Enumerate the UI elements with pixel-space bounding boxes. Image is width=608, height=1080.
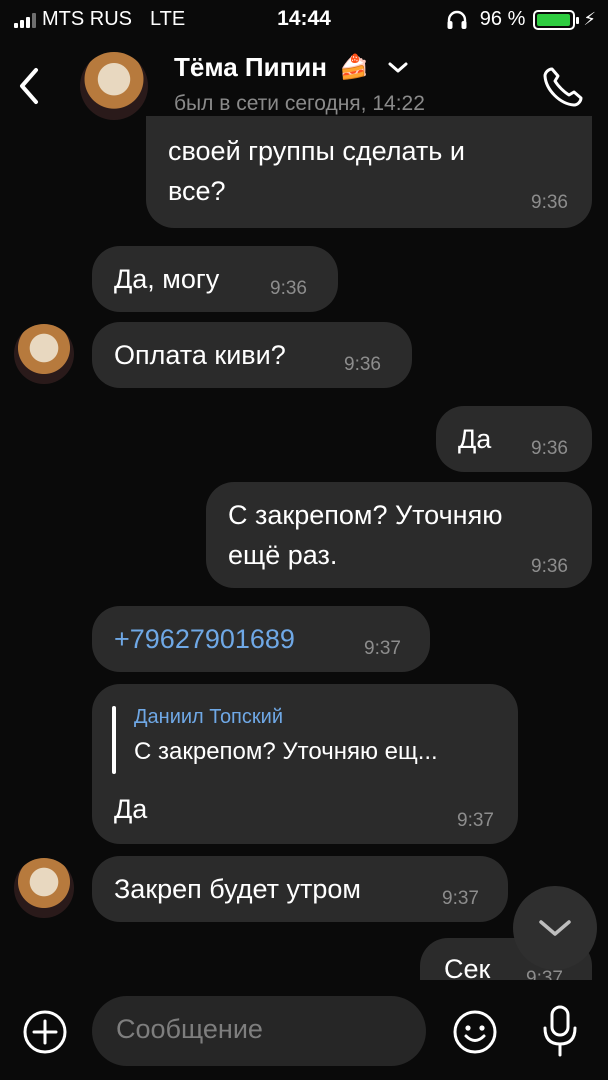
- message-incoming[interactable]: +79627901689 9:37: [92, 606, 430, 672]
- message-text: Да: [458, 424, 492, 454]
- phone-icon[interactable]: [540, 64, 586, 110]
- sender-avatar[interactable]: [14, 324, 74, 384]
- sender-avatar[interactable]: [14, 858, 74, 918]
- emoji-icon[interactable]: [452, 1009, 498, 1055]
- phone-number-link[interactable]: +79627901689: [114, 624, 295, 655]
- mic-icon[interactable]: [540, 1004, 580, 1058]
- composer-bar: Сообщение: [0, 980, 608, 1080]
- message-time: 9:37: [364, 638, 401, 659]
- reply-author[interactable]: Даниил Топский: [134, 706, 283, 729]
- chevron-down-icon: [388, 62, 408, 72]
- message-text: Сек: [444, 954, 491, 980]
- message-text: Оплата киви?: [114, 340, 286, 370]
- message-time: 9:36: [344, 354, 381, 375]
- message-incoming[interactable]: Закреп будет утром 9:37: [92, 856, 508, 922]
- message-text: Да, могу: [114, 264, 220, 294]
- message-outgoing[interactable]: своей группы сделать и все? 9:36: [146, 116, 592, 228]
- message-text: Да: [114, 794, 148, 824]
- message-time: 9:36: [531, 556, 568, 577]
- message-incoming[interactable]: Оплата киви? 9:36: [92, 322, 412, 388]
- battery-percent: 96 %: [479, 8, 526, 30]
- reply-quote-bar: [112, 706, 116, 774]
- avatar[interactable]: [80, 52, 148, 120]
- message-time: 9:37: [457, 810, 494, 831]
- contact-name: Тёма Пипин: [174, 52, 327, 82]
- reply-text[interactable]: С закрепом? Уточняю ещ...: [134, 738, 438, 766]
- message-incoming[interactable]: Да, могу 9:36: [92, 246, 338, 312]
- message-text: своей группы сделать и: [168, 136, 465, 166]
- message-text: все?: [168, 176, 226, 206]
- message-incoming-reply[interactable]: Даниил Топский С закрепом? Уточняю ещ...…: [92, 684, 518, 844]
- headphones-icon: [447, 10, 467, 29]
- message-text: С закрепом? Уточняю: [228, 500, 503, 530]
- message-time: 9:36: [270, 278, 307, 299]
- scroll-to-bottom-button[interactable]: [513, 886, 597, 970]
- message-text: ещё раз.: [228, 540, 338, 570]
- contact-name-row[interactable]: Тёма Пипин 🍰: [174, 52, 409, 83]
- message-outgoing[interactable]: Да 9:36: [436, 406, 592, 472]
- chevron-down-icon: [539, 920, 571, 936]
- message-text: Закреп будет утром: [114, 874, 361, 904]
- cake-emoji: 🍰: [338, 54, 369, 81]
- message-time: 9:36: [531, 192, 568, 213]
- message-time: 9:37: [442, 888, 479, 909]
- status-right: 96 % ⚡: [446, 8, 596, 31]
- message-input[interactable]: Сообщение: [92, 996, 426, 1066]
- message-outgoing[interactable]: С закрепом? Уточняю ещё раз. 9:36: [206, 482, 592, 588]
- battery-icon: [533, 9, 580, 30]
- charging-icon: ⚡: [583, 9, 596, 29]
- message-time: 9:36: [531, 438, 568, 459]
- last-seen: был в сети сегодня, 14:22: [174, 92, 425, 115]
- status-bar: MTS RUS LTE 14:44 96 % ⚡: [0, 0, 608, 40]
- back-icon[interactable]: [14, 64, 44, 108]
- add-icon[interactable]: [22, 1009, 68, 1055]
